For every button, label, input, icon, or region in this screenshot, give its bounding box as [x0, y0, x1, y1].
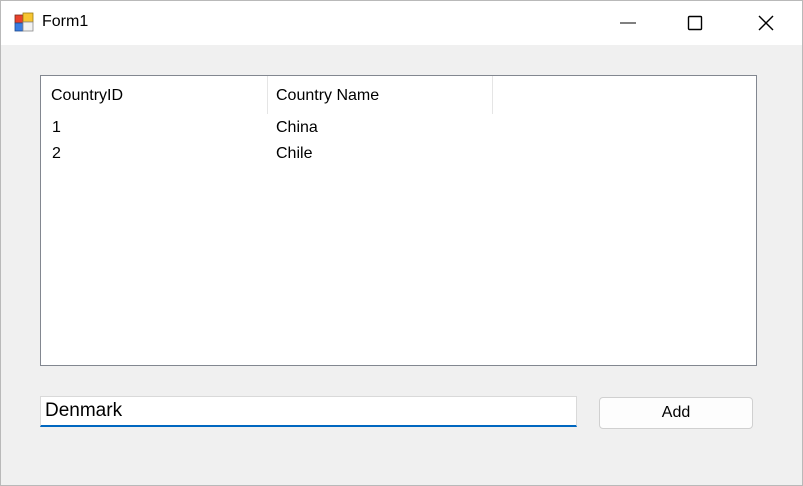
country-name-input[interactable] [40, 396, 577, 427]
cell-country-name: China [276, 119, 318, 136]
close-icon [758, 15, 774, 31]
list-item[interactable]: 2 Chile [41, 141, 756, 167]
maximize-button[interactable] [660, 1, 730, 45]
cell-countryid: 1 [52, 119, 61, 136]
listview-header: CountryID Country Name [41, 76, 756, 115]
cell-country-name: Chile [276, 145, 313, 162]
country-listview[interactable]: CountryID Country Name 1 China 2 Chile [40, 75, 757, 366]
maximize-icon [687, 15, 703, 31]
list-item[interactable]: 1 China [41, 115, 756, 141]
add-button[interactable]: Add [599, 397, 753, 429]
close-button[interactable] [731, 1, 801, 45]
app-window: Form1 CountryID Country Name 1 China 2 C… [0, 0, 803, 486]
minimize-button[interactable] [593, 1, 663, 45]
minimize-icon [620, 22, 636, 24]
title-bar[interactable]: Form1 [1, 1, 802, 45]
winforms-app-icon [14, 12, 34, 32]
window-title: Form1 [42, 13, 89, 30]
column-header-country-name[interactable]: Country Name [268, 76, 493, 114]
column-header-countryid[interactable]: CountryID [41, 76, 268, 114]
cell-countryid: 2 [52, 145, 61, 162]
